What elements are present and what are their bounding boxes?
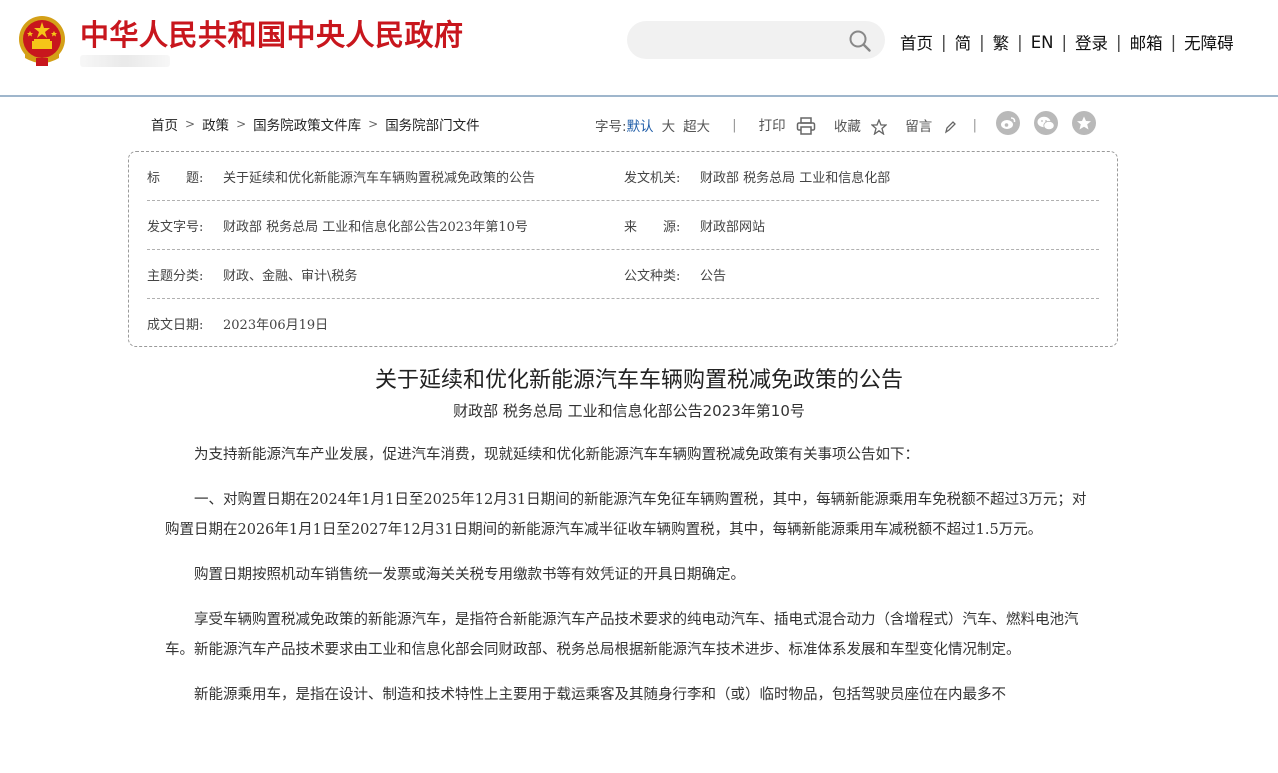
printer-icon — [796, 117, 816, 135]
info-date-label: 成文日期: — [147, 318, 204, 333]
search-input[interactable] — [641, 29, 845, 53]
article-paragraph: 享受车辆购置税减免政策的新能源汽车，是指符合新能源汽车产品技术要求的纯电动汽车、… — [165, 612, 1079, 658]
article-paragraph: 购置日期按照机动车销售统一发票或海关关税专用缴款书等有效凭证的开具日期确定。 — [194, 567, 745, 583]
pencil-icon — [944, 120, 956, 133]
site-header: 中华人民共和国中央人民政府 首页 | 简 | 繁 | EN | 登录 | 邮箱 | 无障碍 — [0, 0, 1278, 96]
info-row-category: 主题分类: 财政、金融、审计\税务 公文种类: 公告 — [147, 250, 1099, 299]
site-subtitle-blurred — [80, 55, 170, 67]
info-docno-label: 发文字号: — [147, 220, 204, 235]
info-category-label: 主题分类: — [147, 269, 204, 284]
chevron-right-icon: > — [236, 117, 247, 131]
font-size-large[interactable]: 大 — [662, 115, 676, 135]
article-paragraph: 一、对购置日期在2024年1月1日至2025年12月31日期间的新能源汽车免征车… — [165, 492, 1087, 538]
article-title: 关于延续和优化新能源汽车车辆购置税减免政策的公告 — [374, 368, 903, 393]
info-source-label: 来 源: — [624, 220, 681, 235]
chevron-right-icon: > — [368, 117, 379, 131]
breadcrumb-policy-library[interactable]: 国务院政策文件库 — [253, 114, 361, 134]
national-emblem-icon[interactable] — [17, 14, 67, 68]
favorite-label: 收藏 — [833, 118, 861, 135]
top-nav: 首页 | 简 | 繁 | EN | 登录 | 邮箱 | 无障碍 — [900, 30, 1234, 54]
breadcrumb: 首页 > 政策 > 国务院政策文件库 > 国务院部门文件 — [151, 114, 480, 134]
nav-login[interactable]: 登录 — [1075, 30, 1108, 54]
info-doctype-value: 公告 — [700, 269, 727, 284]
share-buttons — [996, 111, 1096, 135]
nav-english[interactable]: EN — [1031, 33, 1054, 52]
star-icon — [871, 118, 888, 135]
comment-button[interactable]: 留言 — [905, 115, 956, 135]
info-row-docno: 发文字号: 财政部 税务总局 工业和信息化部公告2023年第10号 来 源: 财政部… — [147, 201, 1099, 250]
nav-mail[interactable]: 邮箱 — [1130, 30, 1163, 54]
wechat-icon[interactable] — [1034, 111, 1058, 135]
info-category-value: 财政、金融、审计\税务 — [223, 269, 358, 284]
article-tools: 字号: 默认 大 超大 | 打印 收藏 留言 | — [595, 114, 977, 135]
font-size-default[interactable]: 默认 — [627, 115, 654, 135]
nav-accessibility[interactable]: 无障碍 — [1184, 30, 1234, 54]
site-title[interactable]: 中华人民共和国中央人民政府 — [80, 12, 464, 54]
favorite-button[interactable]: 收藏 — [833, 115, 888, 135]
nav-simplified[interactable]: 简 — [955, 30, 972, 54]
breadcrumb-department-docs[interactable]: 国务院部门文件 — [385, 114, 480, 134]
article-body: 为支持新能源汽车产业发展，促进汽车消费，现就延续和优化新能源汽车车辆购置税减免政… — [165, 440, 1100, 725]
search-box — [627, 21, 885, 59]
print-button[interactable]: 打印 — [759, 114, 816, 135]
document-info-box: 标 题: 关于延续和优化新能源汽车车辆购置税减免政策的公告 发文机关: 财政部 税务… — [128, 151, 1118, 347]
weibo-icon[interactable] — [996, 111, 1020, 135]
info-doctype-label: 公文种类: — [624, 269, 681, 284]
article-subtitle: 财政部 税务总局 工业和信息化部公告2023年第10号 — [453, 402, 805, 420]
info-row-title: 标 题: 关于延续和优化新能源汽车车辆购置税减免政策的公告 发文机关: 财政部 税务… — [147, 152, 1099, 201]
info-docno-value: 财政部 税务总局 工业和信息化部公告2023年第10号 — [223, 220, 528, 235]
article-paragraph: 新能源乘用车，是指在设计、制造和技术特性上主要用于载运乘客及其随身行李和（或）临… — [194, 687, 1006, 703]
info-title-value: 关于延续和优化新能源汽车车辆购置税减免政策的公告 — [223, 171, 536, 186]
info-title-label: 标 题: — [147, 171, 204, 186]
search-icon[interactable] — [848, 29, 872, 53]
chevron-right-icon: > — [185, 117, 196, 131]
breadcrumb-home[interactable]: 首页 — [151, 114, 178, 134]
info-issuer-label: 发文机关: — [624, 171, 681, 186]
breadcrumb-policy[interactable]: 政策 — [202, 114, 229, 134]
comment-label: 留言 — [905, 118, 933, 135]
nav-home[interactable]: 首页 — [900, 30, 933, 54]
info-issuer-value: 财政部 税务总局 工业和信息化部 — [700, 171, 891, 186]
font-size-label: 字号: — [595, 118, 627, 135]
info-row-date: 成文日期: 2023年06月19日 — [147, 299, 1099, 347]
info-date-value: 2023年06月19日 — [223, 318, 329, 333]
print-label: 打印 — [758, 118, 786, 134]
nav-traditional[interactable]: 繁 — [993, 30, 1010, 54]
font-size-xlarge[interactable]: 超大 — [683, 115, 710, 135]
article-paragraph: 为支持新能源汽车产业发展，促进汽车消费，现就延续和优化新能源汽车车辆购置税减免政… — [194, 447, 919, 463]
header-divider — [0, 95, 1278, 97]
favorite-star-icon[interactable] — [1072, 111, 1096, 135]
info-source-value: 财政部网站 — [700, 220, 766, 235]
